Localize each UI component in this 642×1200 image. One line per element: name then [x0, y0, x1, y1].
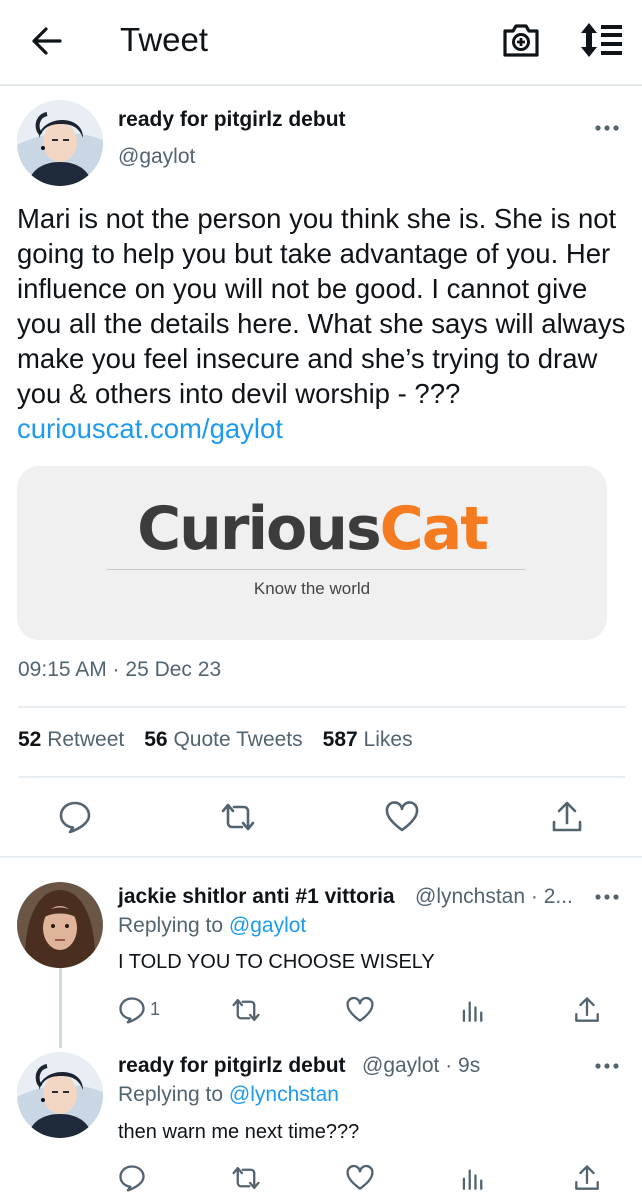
card-divider — [107, 569, 525, 570]
like-icon[interactable] — [385, 800, 419, 834]
divider — [0, 856, 642, 858]
like-icon[interactable] — [346, 1164, 374, 1192]
reply-avatar[interactable] — [17, 1052, 103, 1138]
top-bar: Tweet — [0, 0, 642, 86]
reply-count: 1 — [150, 999, 161, 1019]
likes-stat[interactable]: 587 Likes — [323, 728, 413, 751]
page-title: Tweet — [120, 21, 209, 58]
retweet-icon[interactable] — [232, 1164, 260, 1192]
replying-to-link[interactable]: @gaylot — [229, 914, 306, 937]
reply-meta[interactable]: @gaylot · 9s — [362, 1054, 480, 1078]
share-icon[interactable] — [573, 1164, 601, 1192]
tweet-body-text: Mari is not the person you think she is.… — [17, 203, 626, 409]
like-icon[interactable] — [346, 996, 374, 1024]
card-tagline: Know the world — [253, 579, 371, 598]
divider — [18, 776, 625, 778]
quote-stat[interactable]: 56 Quote Tweets — [144, 728, 302, 751]
more-icon[interactable] — [595, 893, 619, 901]
replying-to: Replying to @gaylot — [118, 914, 307, 937]
replying-to: Replying to @lynchstan — [118, 1083, 339, 1106]
replying-to-link[interactable]: @lynchstan — [229, 1083, 339, 1106]
reply-icon[interactable] — [58, 800, 92, 834]
thread-connector — [59, 968, 62, 1048]
author-avatar[interactable] — [17, 100, 103, 186]
tweet-text: Mari is not the person you think she is.… — [17, 201, 629, 446]
retweet-icon[interactable] — [232, 996, 260, 1024]
retweet-icon[interactable] — [221, 800, 255, 834]
author-name[interactable]: ready for pitgirlz debut — [118, 108, 346, 132]
reply-author-name[interactable]: jackie shitlor anti #1 vittoria — [118, 885, 395, 909]
tweet-stats: 52 Retweet 56 Quote Tweets 587 Likes — [18, 728, 413, 752]
tweet-timestamp: 09:15 AM · 25 Dec 23 — [18, 658, 222, 681]
reply-avatar[interactable] — [17, 882, 103, 968]
tweet-link[interactable]: curiouscat.com/gaylot — [17, 413, 283, 444]
analytics-icon[interactable] — [459, 996, 487, 1024]
divider — [18, 706, 625, 708]
camera-plus-icon[interactable] — [502, 22, 540, 58]
more-icon[interactable] — [595, 124, 619, 132]
share-icon[interactable] — [550, 800, 584, 834]
retweet-stat[interactable]: 52 Retweet — [18, 728, 124, 751]
link-preview-card[interactable]: CuriousCat Know the world — [17, 466, 607, 640]
reply-meta[interactable]: @lynchstan · 2... — [415, 885, 573, 909]
reply-text: I TOLD YOU TO CHOOSE WISELY — [118, 951, 435, 973]
back-arrow-icon[interactable] — [30, 24, 64, 58]
reply-text: then warn me next time??? — [118, 1121, 360, 1143]
reply-author-name[interactable]: ready for pitgirlz debut — [118, 1054, 346, 1078]
share-icon[interactable] — [573, 996, 601, 1024]
curiouscat-logo: CuriousCat — [137, 494, 489, 564]
reply-icon[interactable] — [118, 1164, 146, 1192]
analytics-icon[interactable] — [459, 1164, 487, 1192]
reply-icon[interactable] — [118, 996, 146, 1024]
sort-icon[interactable] — [580, 22, 624, 58]
author-handle[interactable]: @gaylot — [118, 145, 195, 169]
more-icon[interactable] — [595, 1062, 619, 1070]
